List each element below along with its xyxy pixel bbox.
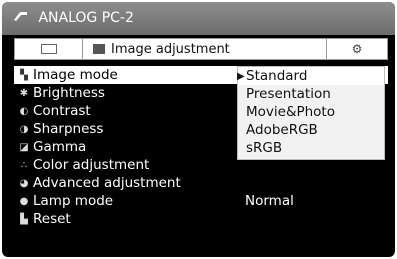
option-label: Movie&Photo bbox=[246, 104, 335, 120]
menu-item-lamp-mode[interactable]: ● Lamp mode Normal bbox=[14, 192, 388, 210]
menu-item-advanced-adjustment[interactable]: ◕ Advanced adjustment bbox=[14, 174, 388, 192]
menu-item-label: Brightness bbox=[33, 85, 105, 101]
gamma-icon: ◪ bbox=[19, 141, 29, 153]
lamp-icon: ● bbox=[19, 195, 29, 207]
sharpness-icon: ◑ bbox=[19, 123, 29, 135]
selected-arrow-icon: ▶ bbox=[237, 70, 245, 82]
option-label: Presentation bbox=[246, 86, 331, 102]
image-adjustment-icon bbox=[93, 44, 105, 54]
dropdown-option-movie-photo[interactable]: Movie&Photo bbox=[238, 103, 384, 121]
screen-icon bbox=[40, 44, 57, 54]
menu-item-label: Contrast bbox=[33, 103, 91, 119]
menu-item-label: Advanced adjustment bbox=[33, 175, 181, 191]
reset-icon: ▙ bbox=[20, 213, 28, 225]
menu-item-label: Sharpness bbox=[33, 121, 104, 137]
brightness-icon: ✱ bbox=[19, 87, 29, 99]
option-label: Standard bbox=[246, 68, 308, 84]
advanced-adjustment-icon: ◕ bbox=[19, 177, 29, 189]
color-adjustment-icon: ∴ bbox=[20, 159, 28, 171]
menu-item-label: Image mode bbox=[33, 67, 118, 83]
option-label: AdobeRGB bbox=[246, 122, 318, 138]
menu-item-label: Color adjustment bbox=[33, 157, 150, 173]
option-label: sRGB bbox=[246, 140, 283, 156]
window-title: ANALOG PC-2 bbox=[38, 10, 134, 26]
lamp-mode-value: Normal bbox=[245, 193, 294, 209]
image-mode-dropdown[interactable]: ▶ Standard Presentation Movie&Photo Adob… bbox=[237, 66, 385, 160]
input-source-icon bbox=[12, 2, 30, 35]
menu-item-label: Lamp mode bbox=[33, 193, 114, 209]
projector-menu-screen: ANALOG PC-2 Image adjustment ⚙ ▚ Image m… bbox=[2, 2, 395, 257]
image-mode-icon: ▚ bbox=[20, 69, 28, 81]
menu-item-label: Gamma bbox=[33, 139, 87, 155]
title-bar: ANALOG PC-2 bbox=[2, 2, 395, 35]
dropdown-option-srgb[interactable]: sRGB bbox=[238, 139, 384, 157]
tab-bar: Image adjustment ⚙ bbox=[14, 38, 388, 60]
contrast-icon: ◐ bbox=[19, 105, 29, 117]
menu-panel: ▚ Image mode ✱ Brightness ◐ Contrast ◑ S… bbox=[14, 64, 388, 245]
tab-screen[interactable] bbox=[15, 39, 83, 59]
dropdown-option-standard[interactable]: ▶ Standard bbox=[237, 67, 384, 85]
tab-setup[interactable]: ⚙ bbox=[327, 39, 387, 59]
menu-item-reset[interactable]: ▙ Reset bbox=[14, 210, 388, 228]
dropdown-option-adobergb[interactable]: AdobeRGB bbox=[238, 121, 384, 139]
tab-image-adjustment[interactable]: Image adjustment bbox=[83, 39, 327, 59]
tab-label: Image adjustment bbox=[111, 41, 230, 57]
wrench-icon: ⚙ bbox=[351, 42, 363, 56]
menu-item-label: Reset bbox=[33, 211, 71, 227]
dropdown-option-presentation[interactable]: Presentation bbox=[238, 85, 384, 103]
